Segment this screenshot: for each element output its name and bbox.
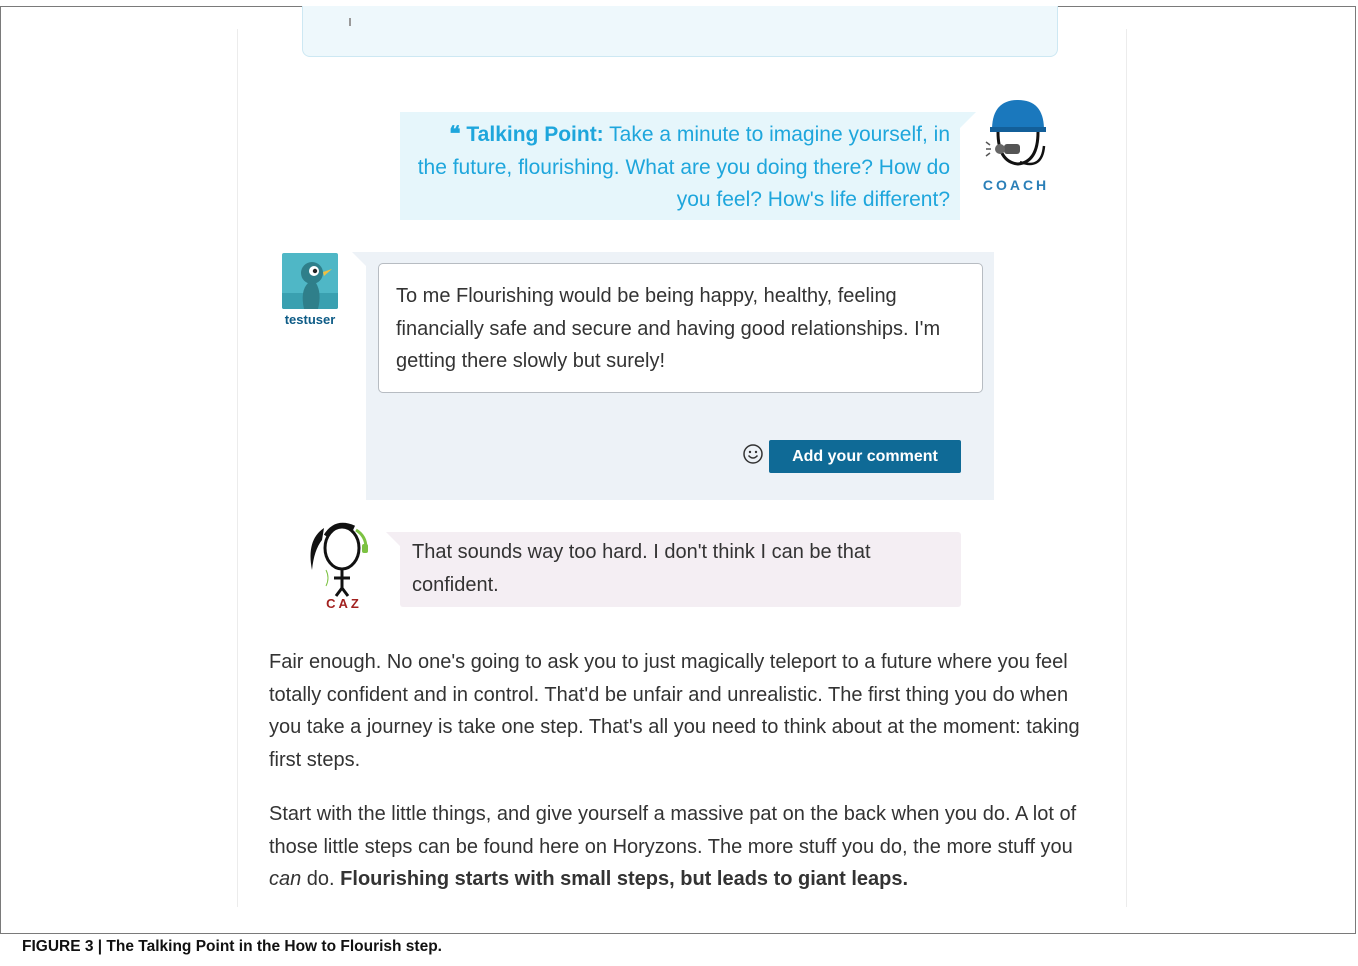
caz-character-icon bbox=[310, 522, 368, 597]
quote-icon: ❝ bbox=[449, 123, 461, 146]
previous-message-box bbox=[302, 6, 1058, 57]
caz-message-text: That sounds way too hard. I don't think … bbox=[412, 541, 871, 596]
comment-textarea[interactable]: To me Flourishing would be being happy, … bbox=[378, 263, 983, 393]
paragraph2-middle: do. bbox=[301, 868, 341, 890]
coach-talking-point-bubble: ❝ Talking Point: Take a minute to imagin… bbox=[400, 112, 976, 220]
body-paragraph-1: Fair enough. No one's going to ask you t… bbox=[269, 651, 1080, 771]
caz-avatar-label: CAZ bbox=[326, 596, 362, 611]
caz-message-bubble: That sounds way too hard. I don't think … bbox=[386, 532, 961, 607]
paragraph2-emphasis: can bbox=[269, 868, 302, 890]
body-paragraph-2: Start with the little things, and give y… bbox=[269, 798, 1099, 896]
paragraph2-bold: Flourishing starts with small steps, but… bbox=[340, 868, 909, 890]
add-comment-button[interactable]: Add your comment bbox=[769, 440, 961, 473]
username-label[interactable]: testuser bbox=[272, 312, 348, 327]
coach-avatar-label: COACH bbox=[982, 177, 1050, 193]
talking-point-label: Talking Point: bbox=[466, 123, 604, 146]
figure-caption: FIGURE 3 | The Talking Point in the How … bbox=[22, 938, 442, 955]
smiley-icon[interactable] bbox=[742, 443, 764, 465]
paragraph2-start: Start with the little things, and give y… bbox=[269, 803, 1077, 858]
bird-avatar-icon[interactable] bbox=[282, 253, 338, 309]
